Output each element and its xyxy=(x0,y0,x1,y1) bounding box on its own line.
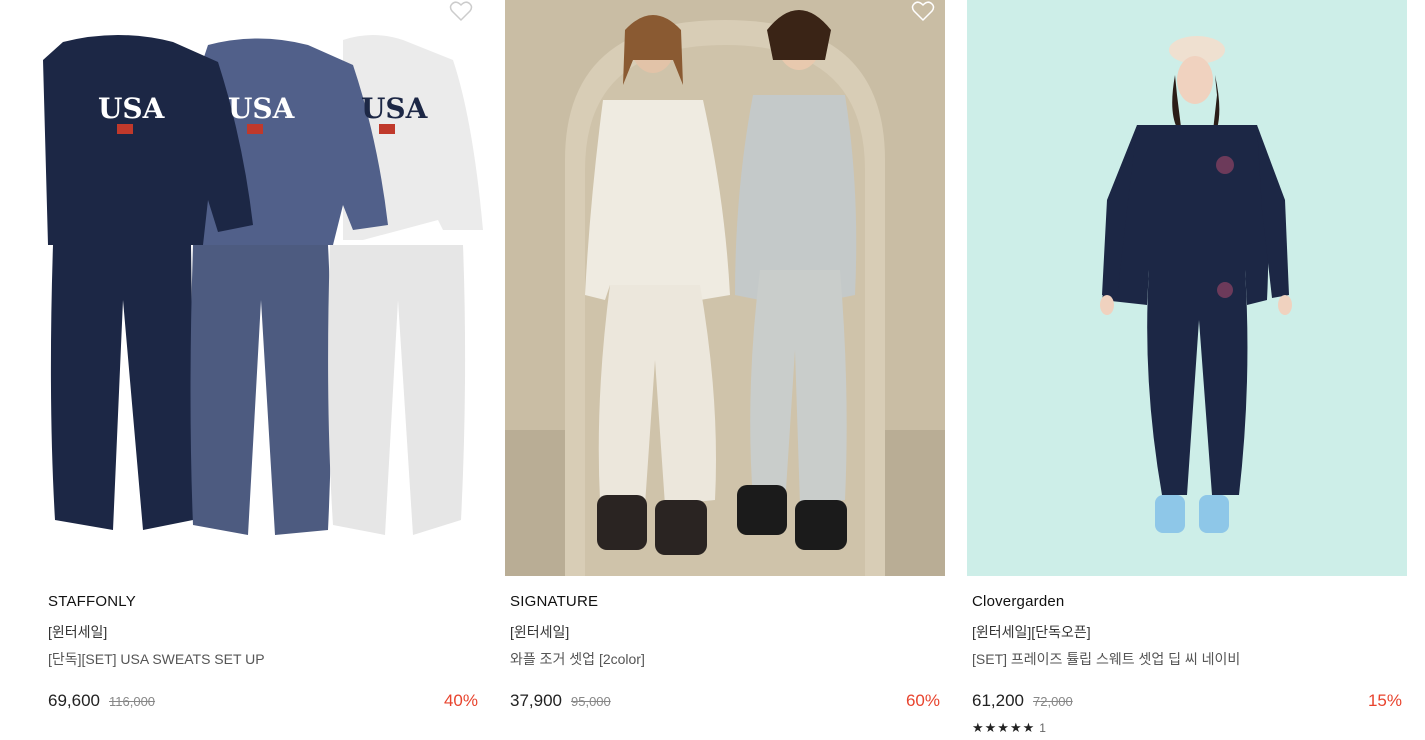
review-rating: ★★★★★ 1 xyxy=(972,720,1046,736)
original-price: 72,000 xyxy=(1033,694,1073,709)
brand-name[interactable]: Clovergarden xyxy=(972,593,1064,610)
promo-tag: [윈터세일] xyxy=(510,624,570,640)
price-row: 69,600 116,000 40% xyxy=(48,691,478,713)
sale-price: 69,600 xyxy=(48,691,100,710)
original-price: 116,000 xyxy=(109,694,156,709)
product-image[interactable]: USA USA USA xyxy=(43,0,483,576)
product-photo-tulip-sweat-set xyxy=(967,0,1407,576)
discount-rate: 15% xyxy=(1367,691,1402,710)
product-name[interactable]: [SET] 프레이즈 튤립 스웨트 셋업 딥 씨 네이비 xyxy=(972,649,1240,669)
usa-print-1: USA xyxy=(98,92,166,125)
brand-name[interactable]: STAFFONLY xyxy=(48,593,136,610)
sale-price: 37,900 xyxy=(510,691,562,710)
sale-price: 61,200 xyxy=(972,691,1024,710)
heart-outline-icon[interactable] xyxy=(449,0,473,22)
original-price: 95,000 xyxy=(571,694,611,709)
product-image[interactable] xyxy=(505,0,945,576)
price-row: 61,200 72,000 15% xyxy=(972,691,1402,713)
price-row: 37,900 95,000 60% xyxy=(510,691,940,713)
product-name[interactable]: 와플 조거 셋업 [2color] xyxy=(510,649,645,669)
review-count: 1 xyxy=(1039,721,1046,735)
heart-outline-icon[interactable] xyxy=(911,0,935,22)
brand-name[interactable]: SIGNATURE xyxy=(510,593,598,610)
product-grid: USA USA USA STAFFONLY [윈터세일] [단독][SET] U… xyxy=(0,0,1425,740)
star-rating-icon: ★★★★★ xyxy=(972,720,1036,735)
product-photo-waffle-jogger-set xyxy=(505,0,945,576)
promo-tag: [윈터세일][단독오픈] xyxy=(972,624,1091,640)
product-card-staffonly[interactable]: USA USA USA STAFFONLY [윈터세일] [단독][SET] U… xyxy=(43,0,483,740)
product-name[interactable]: [단독][SET] USA SWEATS SET UP xyxy=(48,649,265,669)
product-image[interactable] xyxy=(967,0,1407,576)
usa-print-2: USA xyxy=(228,92,296,125)
product-card-signature[interactable]: SIGNATURE [윈터세일] 와플 조거 셋업 [2color] 37,90… xyxy=(505,0,945,740)
discount-rate: 60% xyxy=(905,691,940,710)
discount-rate: 40% xyxy=(443,691,478,710)
product-photo-usa-sweat-set: USA USA USA xyxy=(43,0,483,576)
promo-tag: [윈터세일] xyxy=(48,624,108,640)
usa-print-3: USA xyxy=(361,92,429,125)
product-card-clovergarden[interactable]: Clovergarden [윈터세일][단독오픈] [SET] 프레이즈 튤립 … xyxy=(967,0,1407,740)
